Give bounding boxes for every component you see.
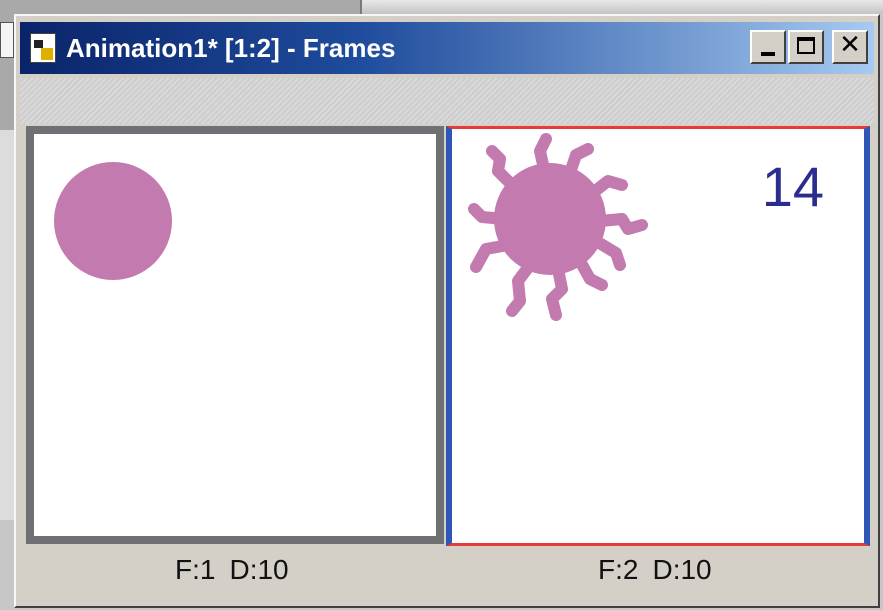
- document-app-icon[interactable]: [30, 33, 56, 63]
- frame-number-label: 14: [761, 155, 824, 218]
- frame-2-delay: D:10: [652, 554, 712, 585]
- minimize-icon: [761, 52, 775, 56]
- frame-1-number: F:1: [175, 554, 216, 585]
- background-window-corner: [0, 22, 14, 58]
- window-controls: ✕: [750, 30, 868, 64]
- frame-1-info: F:1 D:10: [175, 554, 289, 586]
- minimize-button[interactable]: [750, 30, 786, 64]
- frame-1-delay: D:10: [229, 554, 289, 585]
- frames-area: 14 F:1 D:10 F:2 D:10: [20, 124, 874, 602]
- frame-1-thumbnail[interactable]: [26, 126, 444, 544]
- maximize-icon: [797, 37, 815, 54]
- frame-2-thumbnail[interactable]: 14: [446, 126, 870, 546]
- circle-shape: [54, 162, 172, 280]
- frame-2-info: F:2 D:10: [598, 554, 712, 586]
- frame-2-number: F:2: [598, 554, 639, 585]
- toolbar-strip: [20, 78, 874, 124]
- close-icon: ✕: [839, 30, 861, 60]
- window-title: Animation1* [1:2] - Frames: [66, 32, 396, 63]
- title-bar[interactable]: Animation1* [1:2] - Frames ✕: [20, 22, 874, 74]
- frames-window: Animation1* [1:2] - Frames ✕ 14 F:1 D:10…: [14, 14, 880, 608]
- close-button[interactable]: ✕: [832, 30, 868, 64]
- maximize-button[interactable]: [788, 30, 824, 64]
